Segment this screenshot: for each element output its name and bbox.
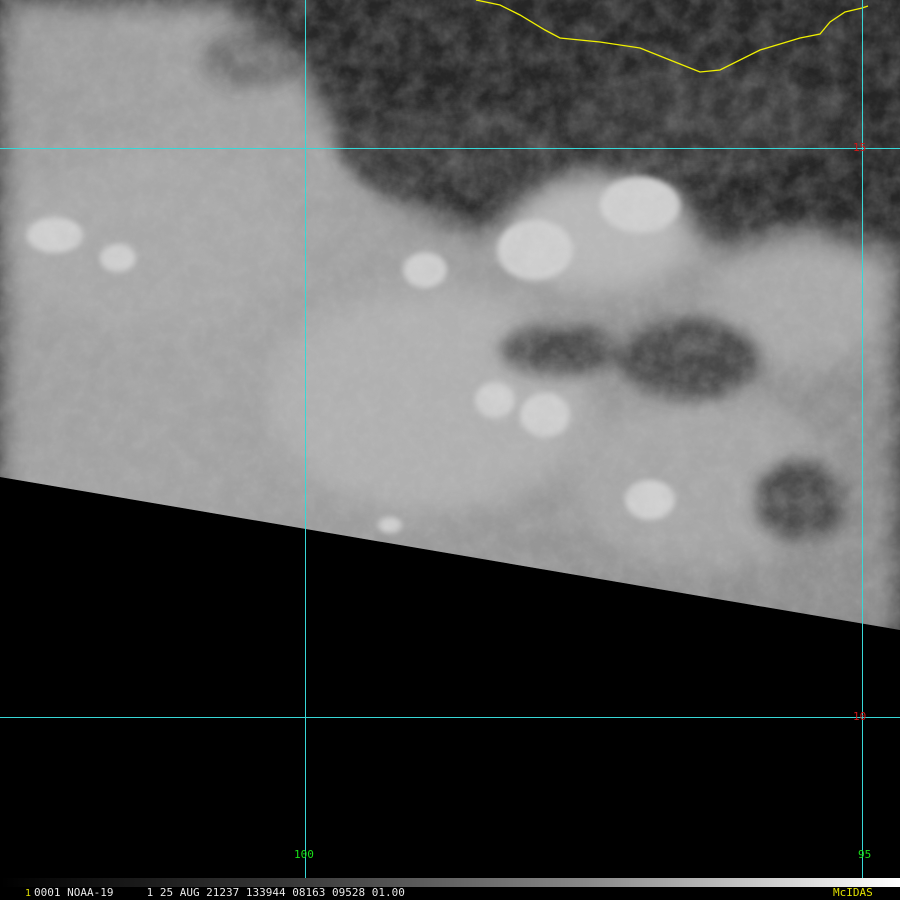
frame-number: 1 <box>25 888 32 899</box>
longitude-label-100: 100 <box>294 848 314 861</box>
mcidas-label: McIDAS <box>833 886 873 899</box>
latitude-label-15: 15 <box>853 141 867 154</box>
longitude-label-95: 95 <box>858 848 872 861</box>
satellite-image <box>0 0 900 900</box>
image-info-line: 0001 NOAA-19 1 25 AUG 21237 133944 08163… <box>34 886 405 899</box>
latitude-label-10: 10 <box>853 710 867 723</box>
